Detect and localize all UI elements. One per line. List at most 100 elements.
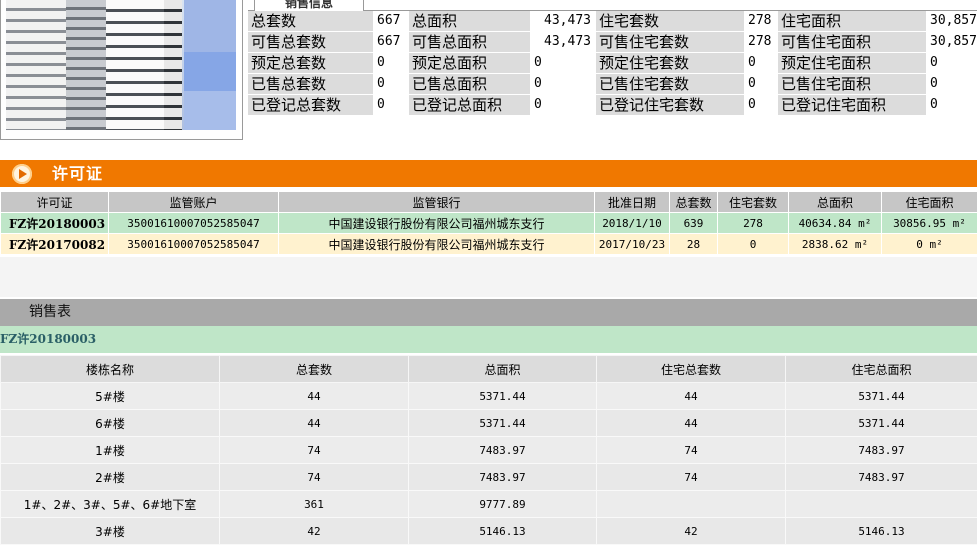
table-cell: 0 m² (881, 233, 977, 255)
table-cell: 5371.44 (408, 409, 597, 437)
table-cell: 74 (219, 463, 409, 491)
table-cell: 7483.97 (408, 436, 597, 464)
info-label: 已售总套数 (248, 74, 373, 94)
column-header: 监管银行 (278, 191, 595, 213)
table-cell: 42 (219, 517, 409, 545)
info-value: 667 (374, 32, 408, 52)
table-row[interactable]: FZ许20170082 35001610007052585047 中国建设银行股… (0, 233, 977, 255)
table-cell: 5371.44 (785, 409, 977, 437)
sales-header-row: 楼栋名称 总套数 总面积 住宅总套数 住宅总面积 (0, 355, 977, 383)
table-cell: 40634.84 m² (788, 212, 882, 234)
table-row[interactable]: 3#楼 42 5146.13 42 5146.13 (0, 517, 977, 545)
info-value: 0 (745, 53, 777, 73)
building-name-link[interactable]: 6#楼 (0, 409, 220, 437)
table-cell: 5146.13 (785, 517, 977, 545)
table-cell: 7483.97 (785, 436, 977, 464)
table-cell (596, 490, 786, 518)
column-header: 总面积 (408, 355, 597, 383)
info-value: 30,857 (927, 32, 977, 52)
table-cell: 9777.89 (408, 490, 597, 518)
info-label: 总面积 (409, 11, 530, 31)
project-photo-frame (0, 0, 243, 140)
table-cell: 278 (717, 212, 789, 234)
column-header: 许可证 (0, 191, 109, 213)
info-value: 667 (374, 11, 408, 31)
info-label: 预定总面积 (409, 53, 530, 73)
table-row[interactable]: FZ许20180003 35001610007052585047 中国建设银行股… (0, 212, 977, 234)
info-label: 已售总面积 (409, 74, 530, 94)
table-cell: 44 (596, 382, 786, 410)
table-row[interactable]: 1#、2#、3#、5#、6#地下室 361 9777.89 (0, 490, 977, 518)
table-row[interactable]: 5#楼 44 5371.44 44 5371.44 (0, 382, 977, 410)
info-value: 0 (374, 53, 408, 73)
info-label: 已售住宅套数 (596, 74, 744, 94)
info-label: 预定住宅套数 (596, 53, 744, 73)
table-cell: 5146.13 (408, 517, 597, 545)
play-arrow-icon (12, 164, 32, 184)
license-section-header: 许可证 (0, 160, 977, 187)
table-cell: 44 (219, 409, 409, 437)
table-row[interactable]: 1#楼 74 7483.97 74 7483.97 (0, 436, 977, 464)
table-cell: 5371.44 (408, 382, 597, 410)
table-cell: 30856.95 m² (881, 212, 977, 234)
table-cell: 2017/10/23 (594, 233, 670, 255)
info-value: 43,473 (531, 32, 595, 52)
table-cell: 42 (596, 517, 786, 545)
selected-license-bar: FZ许20180003 (0, 326, 977, 353)
info-value: 0 (745, 74, 777, 94)
building-name-link[interactable]: 3#楼 (0, 517, 220, 545)
info-value: 0 (927, 74, 977, 94)
column-header: 住宅总面积 (785, 355, 977, 383)
column-header: 住宅总套数 (596, 355, 786, 383)
column-header: 楼栋名称 (0, 355, 220, 383)
sales-table-header-bar: 销售表 (0, 299, 977, 326)
info-label: 预定总套数 (248, 53, 373, 73)
info-value: 278 (745, 11, 777, 31)
sales-info-grid: 总套数 667 总面积 43,473 住宅套数 278 住宅面积 30,857 … (248, 11, 977, 115)
building-name-link[interactable]: 5#楼 (0, 382, 220, 410)
info-value: 278 (745, 32, 777, 52)
building-name-link[interactable]: 2#楼 (0, 463, 220, 491)
column-header: 住宅套数 (717, 191, 789, 213)
table-cell: 中国建设银行股份有限公司福州城东支行 (278, 212, 595, 234)
building-name-link[interactable]: 1#、2#、3#、5#、6#地下室 (0, 490, 220, 518)
info-label: 可售住宅套数 (596, 32, 744, 52)
table-cell: 361 (219, 490, 409, 518)
info-value: 0 (745, 95, 777, 115)
table-cell: 2018/1/10 (594, 212, 670, 234)
info-value: 0 (927, 53, 977, 73)
column-header: 总套数 (219, 355, 409, 383)
info-label: 可售住宅面积 (778, 32, 926, 52)
column-header: 总面积 (788, 191, 882, 213)
table-cell (785, 490, 977, 518)
info-value: 0 (531, 53, 595, 73)
info-value: 0 (374, 95, 408, 115)
info-value: 0 (531, 95, 595, 115)
info-label: 已登记住宅套数 (596, 95, 744, 115)
table-row[interactable]: 2#楼 74 7483.97 74 7483.97 (0, 463, 977, 491)
license-number-link[interactable]: FZ许20180003 (0, 212, 109, 234)
table-cell: 中国建设银行股份有限公司福州城东支行 (278, 233, 595, 255)
table-cell: 74 (596, 436, 786, 464)
sales-info-tab[interactable]: 销售信息 (254, 0, 364, 11)
table-cell: 5371.44 (785, 382, 977, 410)
column-header: 批准日期 (594, 191, 670, 213)
table-cell: 2838.62 m² (788, 233, 882, 255)
info-label: 可售总面积 (409, 32, 530, 52)
info-label: 已登记住宅面积 (778, 95, 926, 115)
info-value: 0 (927, 95, 977, 115)
info-label: 可售总套数 (248, 32, 373, 52)
table-cell: 0 (717, 233, 789, 255)
building-name-link[interactable]: 1#楼 (0, 436, 220, 464)
table-cell: 639 (669, 212, 718, 234)
info-label: 已登记总面积 (409, 95, 530, 115)
table-cell: 35001610007052585047 (108, 233, 279, 255)
license-header-row: 许可证 监管账户 监管银行 批准日期 总套数 住宅套数 总面积 住宅面积 (0, 191, 977, 213)
table-cell: 74 (596, 463, 786, 491)
info-label: 已登记总套数 (248, 95, 373, 115)
info-value: 0 (531, 74, 595, 94)
license-number-link[interactable]: FZ许20170082 (0, 233, 109, 255)
table-cell: 7483.97 (785, 463, 977, 491)
license-section-title: 许可证 (52, 164, 104, 183)
table-row[interactable]: 6#楼 44 5371.44 44 5371.44 (0, 409, 977, 437)
